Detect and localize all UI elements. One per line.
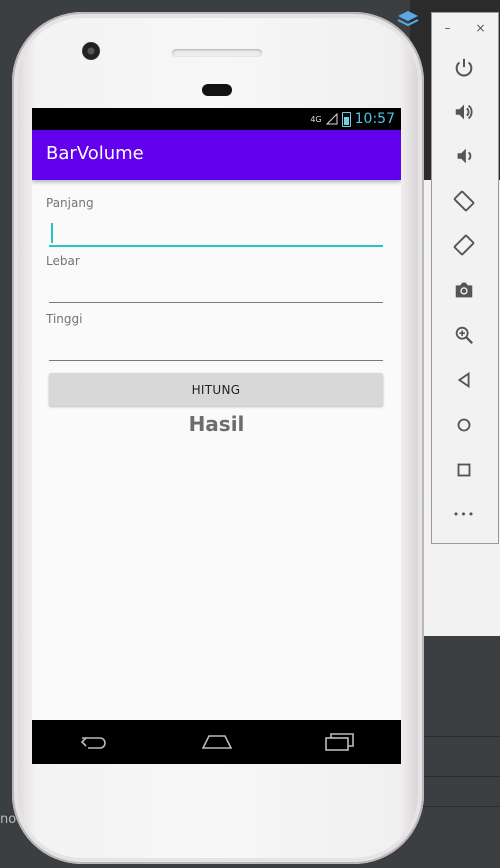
panjang-input[interactable] (49, 221, 383, 247)
power-button[interactable] (449, 53, 479, 83)
home-icon (457, 418, 471, 432)
hitung-button[interactable]: HITUNG (49, 373, 383, 406)
recents-nav-icon[interactable] (324, 732, 356, 752)
close-button[interactable]: × (475, 21, 485, 35)
minimize-button[interactable]: – (444, 21, 450, 35)
tinggi-label: Tinggi (46, 312, 83, 326)
screenshot-button[interactable] (449, 275, 479, 305)
zoom-icon (455, 326, 474, 345)
rotate-right-icon (453, 234, 475, 256)
zoom-button[interactable] (449, 320, 479, 350)
back-icon (457, 371, 470, 389)
result-text: Hasil (188, 412, 245, 436)
network-type: 4G (310, 114, 322, 124)
nav-bar (32, 720, 401, 764)
battery-icon (341, 111, 351, 127)
home-nav-icon[interactable] (201, 732, 233, 752)
panjang-label: Panjang (46, 196, 94, 210)
app-title: BarVolume (46, 143, 144, 164)
lebar-input[interactable] (49, 278, 383, 303)
volume-up-button[interactable] (449, 97, 479, 127)
volume-up-icon (455, 104, 473, 120)
status-bar: 4G 10:57 (32, 108, 401, 130)
volume-down-button[interactable] (449, 141, 479, 171)
proximity-sensor (202, 84, 232, 96)
earpiece-speaker (172, 49, 262, 57)
overview-button[interactable] (449, 455, 479, 485)
text-cursor (51, 223, 53, 243)
lebar-label: Lebar (46, 254, 80, 268)
rotate-left-button[interactable] (449, 186, 479, 216)
app-bar: BarVolume (32, 130, 401, 180)
tinggi-input[interactable] (49, 336, 383, 361)
front-camera (82, 42, 100, 60)
camera-icon (455, 282, 473, 298)
home-button[interactable] (449, 410, 479, 440)
overview-icon (457, 463, 471, 477)
more-icon[interactable]: ••• (449, 499, 479, 529)
power-icon (455, 58, 473, 77)
phone-screen: 4G 10:57 BarVolume Panjang Lebar Tinggi … (32, 108, 401, 764)
status-time: 10:57 (354, 111, 395, 127)
volume-down-icon (457, 148, 472, 164)
back-button[interactable] (449, 365, 479, 395)
rotate-left-icon (453, 190, 475, 212)
back-nav-icon[interactable] (78, 732, 110, 752)
ide-partial-text: no (0, 812, 17, 827)
rotate-right-button[interactable] (449, 230, 479, 260)
signal-icon (325, 113, 338, 125)
emulator-control-panel: – × ••• (431, 12, 499, 544)
